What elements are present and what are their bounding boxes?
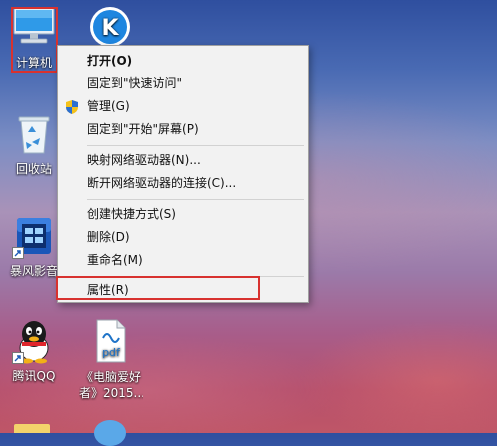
shortcut-arrow-icon [12, 247, 24, 259]
menu-item-label: 断开网络驱动器的连接(C)... [87, 176, 237, 190]
menu-item-label: 删除(D) [87, 230, 130, 244]
menu-item-map-network-drive[interactable]: 映射网络驱动器(N)... [58, 150, 308, 171]
menu-item-label: 打开(O) [87, 54, 133, 68]
menu-item-label: 固定到"快速访问" [87, 76, 183, 90]
menu-item-manage[interactable]: 管理(G) [58, 96, 308, 117]
shortcut-arrow-icon [12, 352, 24, 364]
icon-label: 腾讯QQ [12, 369, 56, 383]
menu-item-pin-start[interactable]: 固定到"开始"屏幕(P) [58, 119, 308, 140]
pdf-file-icon: pdf [93, 318, 129, 364]
menu-item-open[interactable]: 打开(O) [58, 51, 308, 72]
computer-icon [10, 4, 58, 48]
shield-icon [65, 99, 79, 115]
menu-item-label: 重命名(M) [87, 253, 143, 267]
menu-item-disconnect-network-drive[interactable]: 断开网络驱动器的连接(C)... [58, 173, 308, 194]
menu-item-label: 创建快捷方式(S) [87, 207, 176, 221]
menu-item-create-shortcut[interactable]: 创建快捷方式(S) [58, 204, 308, 225]
desktop-icon-k-app[interactable]: K [78, 0, 142, 50]
pdf-label: pdf [102, 346, 121, 359]
menu-item-rename[interactable]: 重命名(M) [58, 250, 308, 271]
menu-separator [87, 199, 304, 200]
icon-label-line1: 《电脑爱好 [80, 370, 141, 384]
menu-item-delete[interactable]: 删除(D) [58, 227, 308, 248]
desktop-icon-partial-browser[interactable] [94, 420, 126, 446]
menu-item-label: 属性(R) [87, 283, 129, 297]
k-app-glyph: K [101, 16, 119, 41]
menu-item-label: 固定到"开始"屏幕(P) [87, 122, 199, 136]
menu-item-label: 管理(G) [87, 99, 130, 113]
menu-separator [87, 145, 304, 146]
recycle-bin-icon [14, 112, 54, 156]
menu-item-properties[interactable]: 属性(R) [58, 280, 308, 301]
menu-item-label: 映射网络驱动器(N)... [87, 153, 201, 167]
menu-item-pin-quick-access[interactable]: 固定到"快速访问" [58, 73, 308, 94]
menu-separator [87, 276, 304, 277]
k-app-icon: K [88, 5, 132, 49]
context-menu: 打开(O) 固定到"快速访问" 管理(G) 固定到"开始"屏幕(P) 映射网络驱… [57, 45, 309, 303]
desktop-icon-partial-folder[interactable] [14, 424, 50, 433]
icon-label-line2: 者》2015... [79, 386, 143, 400]
desktop-icon-qq[interactable]: 腾讯QQ [2, 316, 66, 388]
desktop-icon-pdf[interactable]: pdf 《电脑爱好 者》2015... [79, 316, 143, 406]
